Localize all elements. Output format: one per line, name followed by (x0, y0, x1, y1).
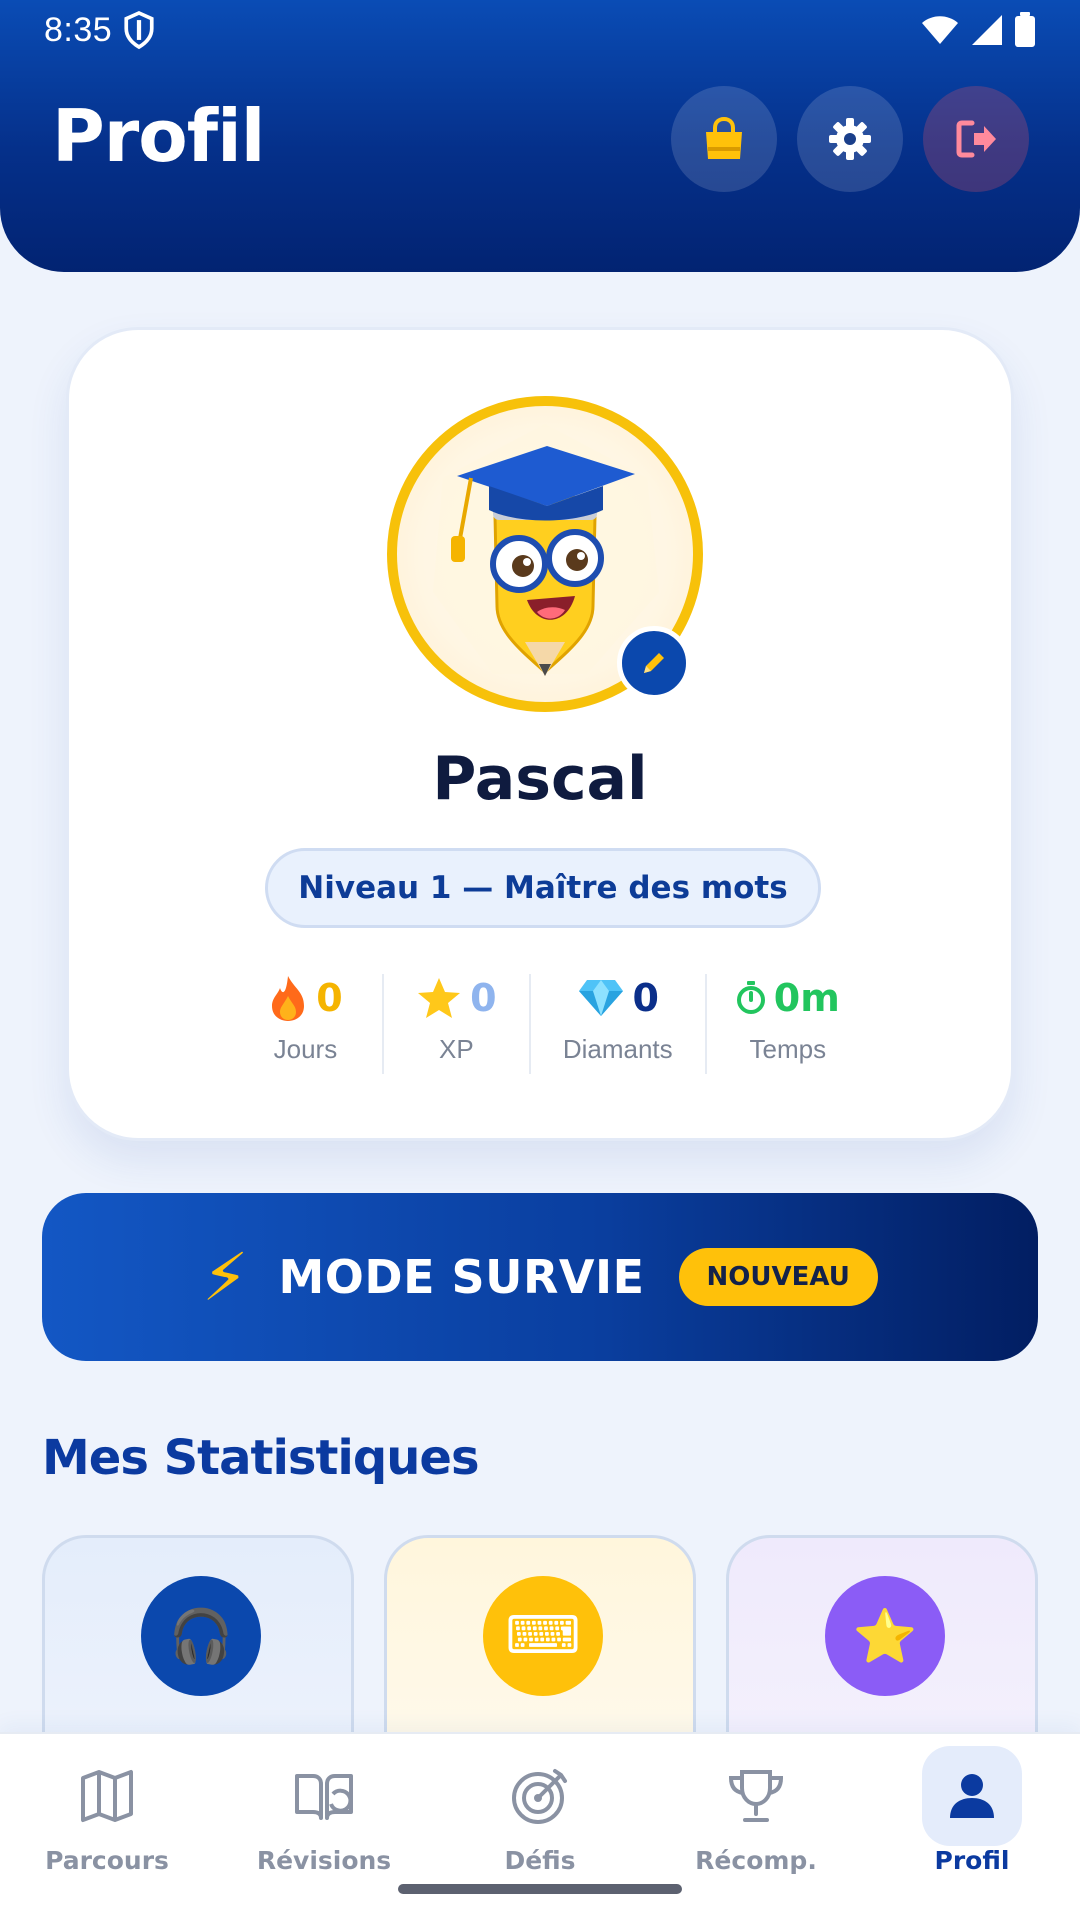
book-refresh-icon (295, 1774, 353, 1820)
diamond-icon (578, 980, 623, 1016)
nav-item-profil[interactable]: Profil (872, 1746, 1072, 1896)
status-bar: 8:35 (44, 8, 1036, 52)
header: 8:35 Profil (0, 0, 1080, 272)
survival-mode-button[interactable]: ⚡ MODE SURVIE NOUVEAU (42, 1193, 1038, 1361)
star-icon: ⭐ (825, 1576, 945, 1696)
signal-icon (972, 15, 1002, 45)
logout-button[interactable] (923, 86, 1029, 192)
home-indicator[interactable] (398, 1884, 682, 1894)
stat-diamonds: 0 Diamants (531, 970, 705, 1080)
stat-xp: 0 XP (384, 970, 529, 1080)
stat-xp-label: XP (438, 1034, 474, 1064)
survival-mode-label: MODE SURVIE (278, 1250, 645, 1304)
stat-diamonds-label: Diamants (562, 1034, 673, 1064)
fire-icon (272, 976, 305, 1021)
edit-avatar-button[interactable] (617, 626, 691, 700)
nav-label: Récomp. (695, 1846, 817, 1875)
nav-item-parcours[interactable]: Parcours (7, 1756, 207, 1896)
logout-icon (956, 120, 996, 158)
stat-time-value: 0m (773, 976, 840, 1020)
battery-icon (1015, 12, 1035, 47)
section-title: Mes Statistiques (42, 1430, 480, 1486)
stat-time-label: Temps (749, 1034, 827, 1064)
shopping-bag-icon (706, 116, 742, 159)
profile-name: Pascal (432, 744, 648, 814)
level-badge: Niveau 1 — Maître des mots (265, 848, 821, 928)
stat-time: 0m Temps (707, 970, 869, 1080)
nav-item-recompenses[interactable]: Récomp. (656, 1756, 856, 1896)
stopwatch-icon (736, 981, 765, 1014)
status-time: 8:35 (44, 10, 113, 49)
stat-days: 0 Jours (229, 970, 382, 1080)
nav-label: Parcours (45, 1846, 169, 1875)
nav-item-defis[interactable]: Défis (440, 1756, 640, 1896)
settings-button[interactable] (797, 86, 903, 192)
stat-diamonds-value: 0 (632, 976, 659, 1020)
profile-stats: 0 Jours 0 XP 0 Diamants 0m Temps (229, 970, 869, 1080)
headphones-icon: 🎧 (141, 1576, 261, 1696)
trophy-icon (728, 1770, 784, 1822)
shop-button[interactable] (671, 86, 777, 192)
pencil-icon (644, 653, 664, 673)
user-icon (950, 1774, 994, 1818)
target-icon (512, 1769, 567, 1824)
star-icon (418, 978, 461, 1018)
map-icon (81, 1770, 133, 1822)
new-badge: NOUVEAU (678, 1248, 878, 1306)
nav-label: Profil (934, 1846, 1010, 1875)
nav-item-revisions[interactable]: Révisions (224, 1756, 424, 1896)
nav-label: Révisions (256, 1846, 392, 1875)
profile-card: Pascal Niveau 1 — Maître des mots 0 Jour… (66, 327, 1014, 1141)
nav-label: Défis (504, 1846, 576, 1875)
keyboard-icon: ⌨ (483, 1576, 603, 1696)
wifi-icon (922, 16, 958, 44)
stat-days-value: 0 (316, 976, 343, 1020)
page-title: Profil (52, 94, 265, 178)
shield-icon (124, 10, 154, 50)
stat-xp-value: 0 (470, 976, 497, 1020)
lightning-icon: ⚡ (202, 1238, 249, 1316)
stat-days-label: Jours (273, 1034, 338, 1064)
gear-icon (829, 118, 871, 160)
